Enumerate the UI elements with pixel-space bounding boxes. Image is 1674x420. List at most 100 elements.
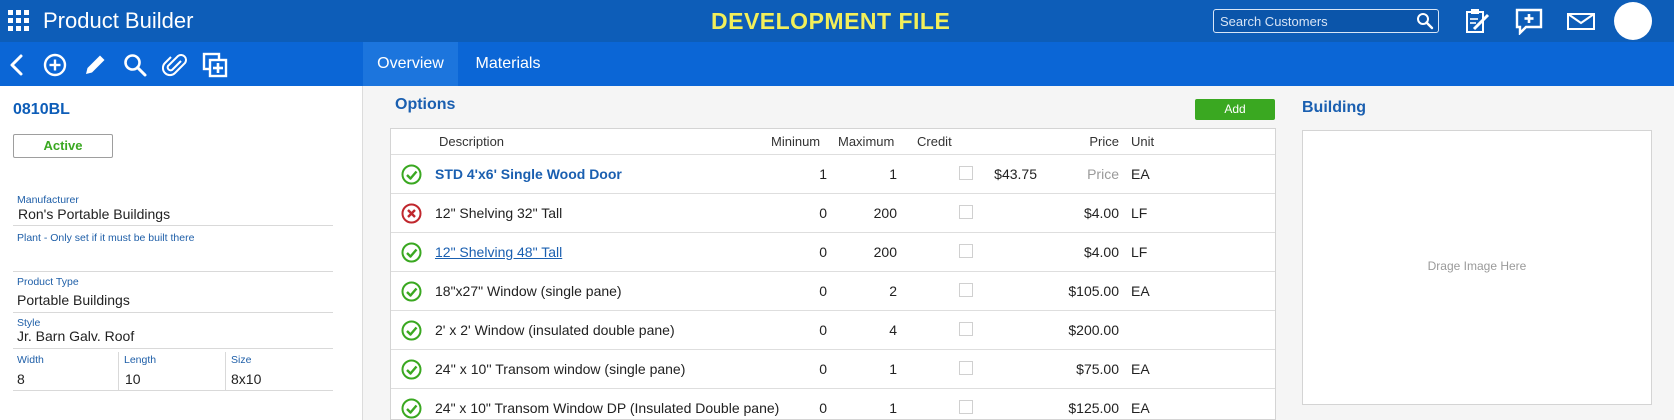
plant-label: Plant - Only set if it must be built the… xyxy=(17,232,195,244)
search-icon[interactable] xyxy=(122,52,148,78)
tab-overview[interactable]: Overview xyxy=(363,42,458,86)
product-code: 0810BL xyxy=(13,101,70,118)
record-toolbar xyxy=(0,42,363,86)
option-unit: EA xyxy=(1131,400,1150,416)
apps-grid-icon[interactable] xyxy=(8,10,30,32)
option-credit-amount xyxy=(951,311,1037,350)
length-label: Length xyxy=(124,354,157,366)
option-credit-amount xyxy=(951,350,1037,389)
divider xyxy=(118,352,119,390)
image-drop-zone[interactable]: Drage Image Here xyxy=(1302,130,1652,405)
clipboard-edit-icon[interactable] xyxy=(1462,7,1492,35)
environment-banner: DEVELOPMENT FILE xyxy=(711,8,951,34)
avatar[interactable] xyxy=(1614,2,1652,40)
customer-search xyxy=(1213,9,1439,33)
divider xyxy=(13,312,333,313)
divider xyxy=(13,348,333,349)
option-credit-amount xyxy=(951,194,1037,233)
manufacturer-label: Manufacturer xyxy=(17,194,79,206)
search-input[interactable] xyxy=(1214,10,1410,32)
option-maximum: 2 xyxy=(889,283,897,299)
option-description[interactable]: 12" Shelving 48" Tall xyxy=(435,233,562,272)
divider xyxy=(13,271,333,272)
option-price: $4.00 xyxy=(1083,205,1119,221)
edit-pencil-icon[interactable] xyxy=(82,52,108,78)
option-description: 18"x27" Window (single pane) xyxy=(435,283,622,299)
length-field[interactable]: 10 xyxy=(125,371,141,387)
check-circle-icon xyxy=(401,359,422,380)
option-credit-amount: $43.75 xyxy=(994,166,1037,182)
option-description: 24'' x 10'' Transom window (single pane) xyxy=(435,361,686,377)
option-minimum: 0 xyxy=(819,361,827,377)
search-icon[interactable] xyxy=(1416,12,1434,30)
option-credit-amount xyxy=(951,272,1037,311)
column-header-unit[interactable]: Unit xyxy=(1131,129,1154,154)
style-field[interactable]: Jr. Barn Galv. Roof xyxy=(17,328,134,344)
option-minimum: 0 xyxy=(819,205,827,221)
product-type-field[interactable]: Portable Buildings xyxy=(17,292,130,308)
error-circle-icon xyxy=(401,203,422,224)
column-header-maximum[interactable]: Maximum xyxy=(838,129,894,154)
check-circle-icon xyxy=(401,320,422,341)
status-badge[interactable]: Active xyxy=(13,134,113,158)
width-field[interactable]: 8 xyxy=(17,371,25,387)
add-option-button[interactable]: Add xyxy=(1195,99,1275,120)
option-row[interactable]: STD 4'x6' Single Wood Door 1 1 $43.75 Price E… xyxy=(391,154,1275,194)
size-label: Size xyxy=(231,354,252,366)
back-icon[interactable] xyxy=(4,52,30,78)
attachment-icon[interactable] xyxy=(162,52,188,78)
mail-icon[interactable] xyxy=(1566,7,1596,35)
option-row[interactable]: 12" Shelving 32" Tall 0 200 $4.00 LF xyxy=(391,193,1275,233)
option-row[interactable]: 24" x 10" Transom Window DP (Insulated D… xyxy=(391,388,1275,419)
option-minimum: 1 xyxy=(819,166,827,182)
column-header-credit[interactable]: Credit xyxy=(917,129,952,154)
option-maximum: 4 xyxy=(889,322,897,338)
option-description: 2' x 2' Window (insulated double pane) xyxy=(435,322,675,338)
option-description[interactable]: STD 4'x6' Single Wood Door xyxy=(435,155,622,194)
options-table: Description Mininum Maximum Credit Price… xyxy=(390,128,1276,420)
option-row[interactable]: 2' x 2' Window (insulated double pane) 0 4… xyxy=(391,310,1275,350)
option-price: Price xyxy=(1087,166,1119,182)
app-title: Product Builder xyxy=(43,8,194,33)
option-price: $75.00 xyxy=(1076,361,1119,377)
option-description: 12" Shelving 32" Tall xyxy=(435,205,563,221)
check-circle-icon xyxy=(401,164,422,185)
option-description: 24" x 10" Transom Window DP (Insulated D… xyxy=(435,400,780,416)
building-heading: Building xyxy=(1302,99,1366,116)
tab-materials[interactable]: Materials xyxy=(458,42,558,86)
product-type-label: Product Type xyxy=(17,276,79,288)
option-row[interactable]: 24'' x 10'' Transom window (single pane)… xyxy=(391,349,1275,389)
add-circle-icon[interactable] xyxy=(42,52,68,78)
add-comment-icon[interactable] xyxy=(1514,7,1544,35)
column-header-price[interactable]: Price xyxy=(1041,129,1119,154)
option-unit: EA xyxy=(1131,166,1150,182)
option-minimum: 0 xyxy=(819,283,827,299)
divider xyxy=(225,352,226,390)
option-unit: LF xyxy=(1131,205,1148,221)
option-maximum: 1 xyxy=(889,166,897,182)
copy-add-icon[interactable] xyxy=(202,52,228,78)
check-circle-icon xyxy=(401,242,422,263)
option-price: $200.00 xyxy=(1068,322,1119,338)
option-unit: EA xyxy=(1131,283,1150,299)
options-heading: Options xyxy=(395,96,456,113)
option-maximum: 1 xyxy=(889,400,897,416)
top-header: Product Builder DEVELOPMENT FILE xyxy=(0,0,1674,42)
tab-bar: Overview Materials xyxy=(363,42,1674,86)
option-row[interactable]: 18"x27" Window (single pane) 0 2 $105.00 EA xyxy=(391,271,1275,311)
option-credit-amount xyxy=(951,233,1037,272)
size-field[interactable]: 8x10 xyxy=(231,371,261,387)
option-minimum: 0 xyxy=(819,244,827,260)
option-unit: LF xyxy=(1131,244,1148,260)
manufacturer-field[interactable]: Ron's Portable Buildings xyxy=(18,206,170,222)
option-maximum: 200 xyxy=(873,205,897,221)
option-row[interactable]: 12" Shelving 48" Tall 0 200 $4.00 LF xyxy=(391,232,1275,272)
check-circle-icon xyxy=(401,398,422,419)
option-minimum: 0 xyxy=(819,400,827,416)
column-header-description[interactable]: Description xyxy=(439,129,504,154)
divider xyxy=(13,390,333,391)
check-circle-icon xyxy=(401,281,422,302)
option-price: $125.00 xyxy=(1068,400,1119,416)
drop-zone-hint: Drage Image Here xyxy=(1427,259,1527,273)
column-header-minimum[interactable]: Mininum xyxy=(771,129,820,154)
